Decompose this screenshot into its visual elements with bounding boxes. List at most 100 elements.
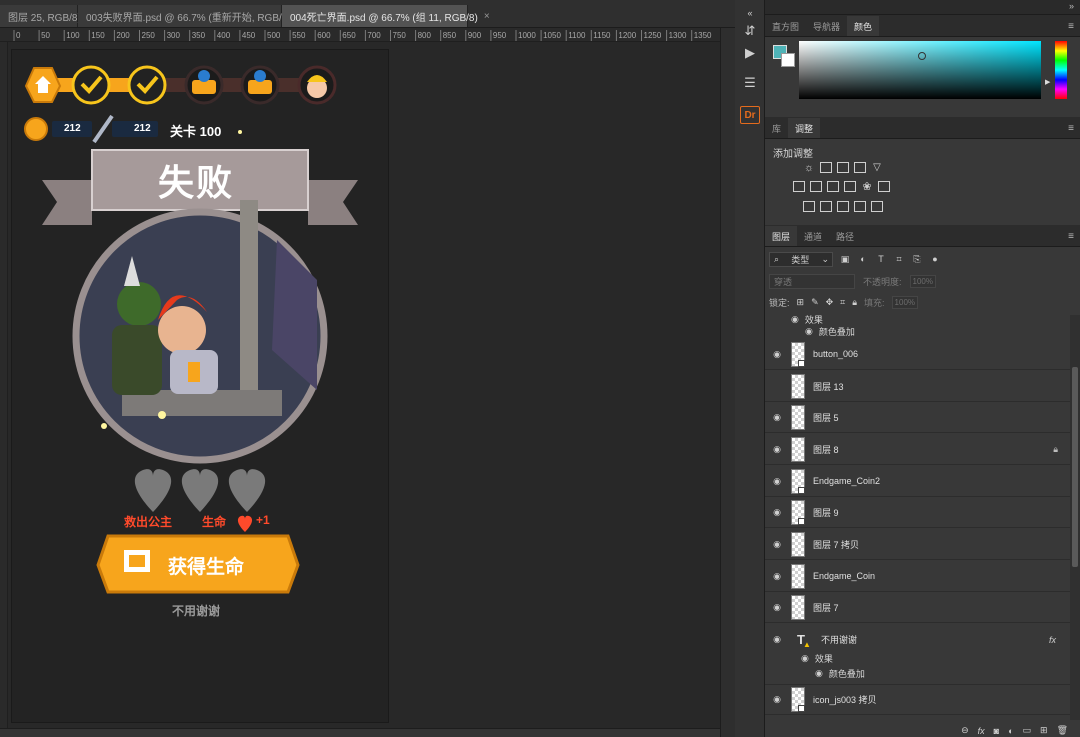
color-swatches[interactable] bbox=[773, 45, 797, 69]
panel-menu-icon[interactable]: ≡ bbox=[1068, 21, 1074, 32]
add-mask-icon[interactable]: ◙ bbox=[994, 726, 999, 736]
eye-icon[interactable]: ◉ bbox=[805, 326, 813, 337]
new-group-icon[interactable]: ▭ bbox=[1023, 725, 1032, 736]
bridge-dr-icon[interactable]: Dr bbox=[740, 106, 760, 124]
panel-menu-icon[interactable]: ≡ bbox=[1068, 123, 1074, 134]
black-white-icon[interactable] bbox=[827, 181, 839, 192]
layer-name[interactable]: 图层 5 bbox=[813, 411, 839, 424]
photo-filter-icon[interactable] bbox=[844, 181, 856, 192]
actions-play-icon[interactable]: ▶ bbox=[740, 44, 760, 62]
layer-name[interactable]: 不用谢谢 bbox=[821, 633, 857, 646]
tab-navigator[interactable]: 导航器 bbox=[806, 16, 847, 36]
channel-mixer-icon[interactable]: ❀ bbox=[861, 181, 873, 193]
double-arrow-icon[interactable]: » bbox=[1069, 1, 1074, 11]
tab-histogram[interactable]: 直方图 bbox=[765, 16, 806, 36]
layer-name[interactable]: Endgame_Coin2 bbox=[813, 476, 880, 486]
kind-filter-select[interactable]: ⌕ 类型 ⌄ bbox=[769, 251, 833, 267]
layer-row[interactable]: ◉ 图层 7 bbox=[765, 592, 1070, 623]
collapse-icon[interactable]: « bbox=[740, 4, 760, 22]
layer-name[interactable]: 图层 9 bbox=[813, 506, 839, 519]
layer-row[interactable]: ◉ icon_js003 拷贝 bbox=[765, 684, 1070, 715]
hue-pointer-icon[interactable]: ▶ bbox=[1045, 78, 1050, 86]
selective-color-icon[interactable] bbox=[854, 201, 866, 212]
eye-icon[interactable]: ◉ bbox=[765, 694, 789, 705]
tab-paths[interactable]: 路径 bbox=[829, 226, 861, 246]
layer-row[interactable]: ◉ Endgame_Coin2 bbox=[765, 466, 1070, 497]
tab-layers[interactable]: 图层 bbox=[765, 226, 798, 246]
new-layer-icon[interactable]: ⊞ bbox=[1040, 725, 1048, 736]
eye-icon[interactable]: ◉ bbox=[765, 507, 789, 518]
filter-toggle-icon[interactable]: ● bbox=[929, 254, 941, 264]
tab-adjustments[interactable]: 调整 bbox=[788, 118, 821, 138]
vibrance-icon[interactable]: ▽ bbox=[871, 162, 883, 173]
effect-sub-row[interactable]: ◉ 颜色叠加 bbox=[765, 324, 1070, 338]
tab-failure-psd[interactable]: 003失败界面.psd @ 66.7% (重新开始, RGB/8) × bbox=[78, 5, 303, 27]
eye-icon[interactable]: ◉ bbox=[765, 602, 789, 613]
history-icon[interactable]: ⇵ bbox=[740, 22, 760, 40]
layer-row[interactable]: ◉ 图层 5 bbox=[765, 402, 1070, 433]
eye-icon[interactable]: ◉ bbox=[801, 653, 809, 664]
new-adjustment-icon[interactable]: ◐ bbox=[1008, 726, 1013, 736]
brightness-icon[interactable]: ☼ bbox=[803, 162, 815, 174]
color-lookup-icon[interactable] bbox=[878, 181, 890, 192]
lock-position-icon[interactable]: ✥ bbox=[826, 297, 834, 308]
layer-name[interactable]: 图层 7 拷贝 bbox=[813, 538, 859, 551]
effect-row[interactable]: ◉ 效果 bbox=[765, 651, 1070, 665]
layer-name[interactable]: Endgame_Coin bbox=[813, 571, 875, 581]
eye-icon[interactable]: ◉ bbox=[765, 571, 789, 582]
fx-icon[interactable]: fx bbox=[978, 726, 985, 736]
curves-icon[interactable] bbox=[837, 162, 849, 173]
link-layers-icon[interactable]: ⊖ bbox=[961, 725, 969, 736]
layer-row[interactable]: 图层 13 bbox=[765, 371, 1070, 402]
layer-row[interactable]: ◉ 图层 9 bbox=[765, 497, 1070, 528]
exposure-icon[interactable] bbox=[854, 162, 866, 173]
fill-field[interactable]: 100% bbox=[891, 296, 918, 309]
fx-icon[interactable]: fx bbox=[1049, 635, 1056, 645]
blend-mode-select[interactable]: 穿透 bbox=[769, 274, 855, 289]
eye-icon[interactable]: ◉ bbox=[765, 412, 789, 423]
tab-death-psd[interactable]: 004死亡界面.psd @ 66.7% (组 11, RGB/8) × bbox=[282, 5, 490, 27]
smart-filter-icon[interactable]: ⎘ bbox=[911, 254, 923, 265]
layer-list[interactable]: ◉ 效果 ◉ 颜色叠加 ◉ button_006 图层 13 ◉ 图层 5 ◉ … bbox=[765, 312, 1070, 724]
tab-layer25[interactable]: 图层 25, RGB/8) × bbox=[0, 5, 93, 27]
lock-all-icon[interactable]: 🔒︎ bbox=[852, 297, 857, 308]
color-field[interactable] bbox=[799, 41, 1041, 99]
lock-transparent-icon[interactable]: ⊞ bbox=[797, 297, 805, 308]
game-document[interactable]: 212 212 关卡 100 失败 救出公主 生命 +1 获得生命 不用谢谢 bbox=[12, 50, 388, 722]
layer-name[interactable]: 图层 13 bbox=[813, 380, 844, 393]
panel-menu-icon[interactable]: ≡ bbox=[1068, 231, 1074, 242]
tab-channels[interactable]: 通道 bbox=[797, 226, 829, 246]
panel-collapse-bar[interactable]: » bbox=[765, 0, 1080, 15]
hue-slider[interactable] bbox=[1055, 41, 1067, 99]
close-icon[interactable]: × bbox=[484, 11, 490, 22]
eye-icon[interactable]: ◉ bbox=[765, 539, 789, 550]
opacity-field[interactable]: 100% bbox=[909, 275, 936, 288]
lock-artboard-icon[interactable]: ⌗ bbox=[840, 297, 845, 308]
canvas-area[interactable]: 212 212 关卡 100 失败 救出公主 生命 +1 获得生命 不用谢谢 bbox=[8, 42, 720, 728]
eye-icon[interactable]: ◉ bbox=[765, 444, 789, 455]
gradient-map-icon[interactable] bbox=[871, 201, 883, 212]
layer-row[interactable]: ◉ button_006 bbox=[765, 339, 1070, 370]
color-balance-icon[interactable] bbox=[810, 181, 822, 192]
hue-sat-icon[interactable] bbox=[793, 181, 805, 192]
layer-row[interactable]: ◉ 图层 7 拷贝 bbox=[765, 529, 1070, 560]
eye-icon[interactable]: ◉ bbox=[765, 476, 789, 487]
layer-name[interactable]: icon_js003 拷贝 bbox=[813, 693, 877, 706]
posterize-icon[interactable] bbox=[820, 201, 832, 212]
tab-library[interactable]: 库 bbox=[765, 118, 788, 138]
layer-name[interactable]: button_006 bbox=[813, 349, 858, 359]
layer-name[interactable]: 图层 8 bbox=[813, 443, 839, 456]
eye-icon[interactable]: ◉ bbox=[791, 314, 799, 325]
layers-scrollbar[interactable] bbox=[1070, 315, 1080, 720]
no-thanks-link[interactable]: 不用谢谢 bbox=[172, 602, 220, 619]
layer-row[interactable]: ◉ 图层 8 🔒︎ bbox=[765, 434, 1070, 465]
invert-icon[interactable] bbox=[803, 201, 815, 212]
layer-name[interactable]: 图层 7 bbox=[813, 601, 839, 614]
get-life-button[interactable]: 获得生命 bbox=[168, 552, 244, 579]
shape-filter-icon[interactable]: ⌗ bbox=[893, 254, 905, 265]
layer-row[interactable]: ◉ Endgame_Coin bbox=[765, 561, 1070, 592]
tab-color[interactable]: 颜色 bbox=[847, 16, 880, 36]
horizontal-scrollbar[interactable] bbox=[0, 728, 720, 737]
layers-scroll-thumb[interactable] bbox=[1072, 367, 1078, 567]
trash-icon[interactable]: 🗑︎ bbox=[1057, 725, 1068, 736]
